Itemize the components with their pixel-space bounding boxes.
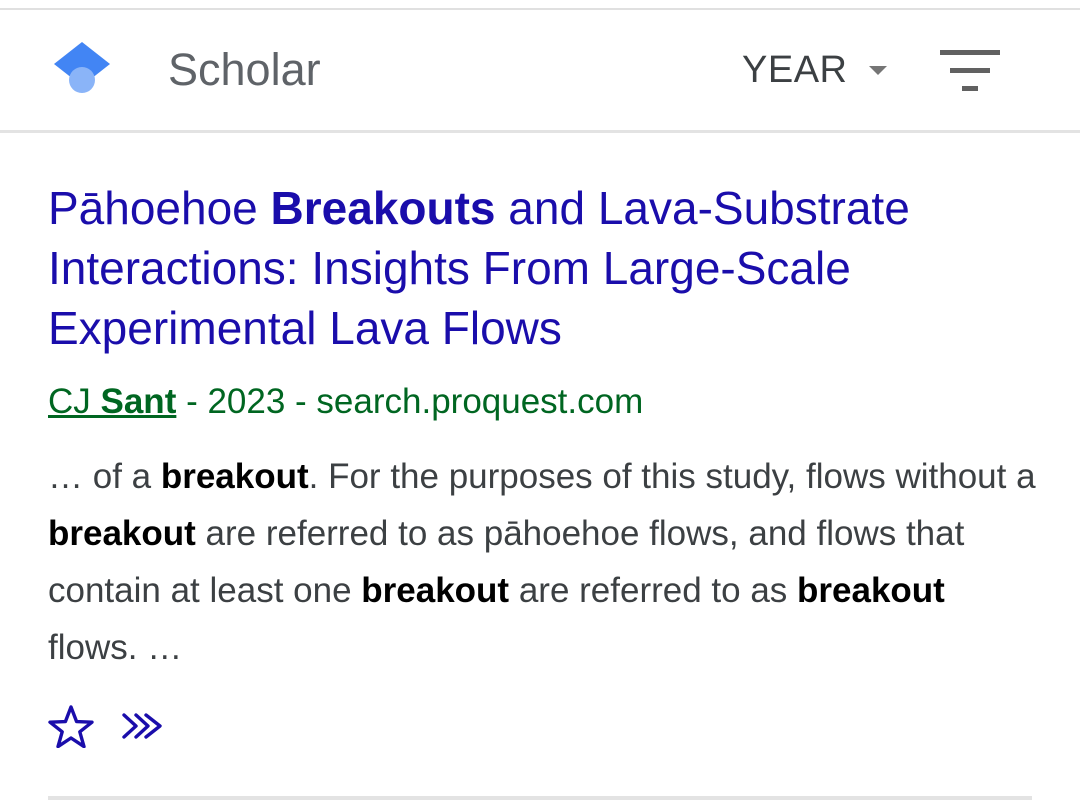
snippet-text: are referred to as — [509, 571, 798, 610]
author-link[interactable]: CJ Sant — [48, 382, 176, 421]
snippet-highlight: breakout — [160, 457, 309, 496]
result-title-link[interactable]: Pāhoehoe Breakouts and Lava-Substrate In… — [48, 178, 1038, 358]
brand-title[interactable]: Scholar — [168, 44, 321, 96]
snippet-text: . For the purposes of this study, flows … — [308, 457, 1036, 496]
search-result: Pāhoehoe Breakouts and Lava-Substrate In… — [48, 178, 1038, 676]
filter-lines-icon[interactable] — [940, 48, 1000, 98]
meta-year-source: - 2023 - search.proquest.com — [176, 382, 644, 421]
author-initials: CJ — [48, 382, 101, 421]
title-text: Pāhoehoe — [48, 182, 271, 234]
result-snippet: … of a breakout. For the purposes of thi… — [48, 448, 1038, 676]
scholar-cap-icon[interactable] — [52, 40, 112, 100]
snippet-highlight: breakout — [797, 571, 945, 610]
result-actions — [48, 700, 166, 752]
star-outline-icon[interactable] — [48, 704, 94, 748]
author-surname: Sant — [100, 382, 177, 421]
result-divider — [48, 796, 1032, 800]
result-meta: CJ Sant - 2023 - search.proquest.com — [48, 380, 1038, 424]
title-highlight: Breakouts — [270, 182, 496, 234]
app-header: Scholar YEAR — [0, 10, 1080, 133]
snippet-highlight: breakout — [361, 571, 510, 610]
caret-down-icon — [869, 65, 888, 75]
snippet-text: … of a — [48, 457, 161, 496]
year-filter-label: YEAR — [742, 48, 848, 91]
year-filter-dropdown[interactable]: YEAR — [742, 46, 888, 94]
double-chevron-right-icon[interactable] — [120, 709, 166, 743]
snippet-highlight: breakout — [48, 514, 196, 553]
top-divider — [0, 0, 1080, 10]
snippet-text: flows. … — [48, 628, 183, 667]
